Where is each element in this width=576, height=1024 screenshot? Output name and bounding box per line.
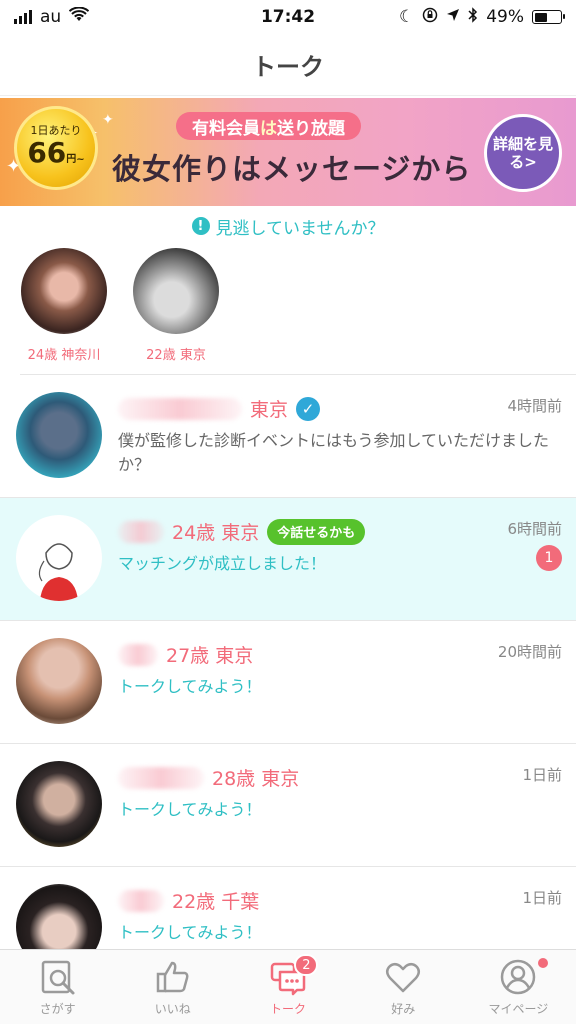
exclamation-icon: ! xyxy=(191,217,210,235)
missed-item[interactable]: 22歳 東京 xyxy=(130,248,222,363)
search-card-icon xyxy=(41,960,75,994)
chat-row[interactable]: 24歳 東京 今話せるかも 6時間前 マッチングが成立しました！ 1 xyxy=(0,498,576,621)
battery-percent: 49% xyxy=(486,7,524,27)
tab-preferences[interactable]: 好み xyxy=(346,950,461,1024)
status-right: ☾ 49% xyxy=(398,6,565,28)
chat-message: トークしてみよう！ xyxy=(118,677,262,696)
signal-icon xyxy=(14,10,32,24)
chat-time: 6時間前 xyxy=(507,520,562,538)
blurred-name xyxy=(118,397,242,420)
banner-tag: 有料会員は送り放題 xyxy=(176,112,361,140)
chat-list: 東京 ✓ 4時間前 僕が監修した診断イベントにはもう参加していただけましたか？ … xyxy=(0,375,576,990)
blurred-name xyxy=(118,766,204,789)
missed-item-label: 22歳 東京 xyxy=(146,348,206,363)
sparkle-icon: ✦ xyxy=(102,112,114,128)
missed-list: 24歳 神奈川 22歳 東京 xyxy=(18,248,222,363)
chat-row[interactable]: 27歳 東京 20時間前 トークしてみよう！ xyxy=(0,621,576,744)
blurred-name xyxy=(118,520,164,543)
price-badge-value: 66円~ xyxy=(27,135,85,169)
battery-icon xyxy=(532,10,565,24)
tab-mypage[interactable]: マイページ xyxy=(461,950,576,1024)
avatar xyxy=(16,761,102,847)
unread-badge: 1 xyxy=(536,545,562,571)
battery-fill xyxy=(534,12,547,22)
avatar xyxy=(16,515,102,601)
thumbs-up-icon xyxy=(156,961,189,992)
chat-age-location: 27歳 東京 xyxy=(166,645,254,667)
chat-message: トークしてみよう！ xyxy=(118,923,262,942)
missed-item[interactable]: 24歳 神奈川 xyxy=(18,248,110,363)
chat-time: 4時間前 xyxy=(507,397,562,415)
tab-likes[interactable]: いいね xyxy=(115,950,230,1024)
chat-message: トークしてみよう！ xyxy=(118,800,262,819)
tab-label: マイページ xyxy=(488,1001,549,1016)
missed-heading[interactable]: ! 見逃していませんか？ xyxy=(0,212,576,240)
tab-label: 好み xyxy=(391,1001,416,1016)
tab-search[interactable]: さがす xyxy=(0,950,115,1024)
chat-name-line: 22歳 千葉 xyxy=(118,887,259,914)
price-badge: 1日あたり 66円~ xyxy=(14,106,98,190)
carrier-label: au xyxy=(40,7,62,27)
page-title: トーク xyxy=(252,53,324,81)
price-badge-unit: 円~ xyxy=(66,153,85,165)
heart-icon xyxy=(386,962,421,992)
chat-age-location: 22歳 千葉 xyxy=(172,891,260,913)
avatar xyxy=(133,248,219,334)
rotation-lock-icon xyxy=(422,7,438,28)
blurred-name xyxy=(118,643,158,666)
chat-name-line: 28歳 東京 xyxy=(118,764,299,791)
banner-details-button[interactable]: 詳細を見る> xyxy=(484,114,562,192)
chat-row[interactable]: 東京 ✓ 4時間前 僕が監修した診断イベントにはもう参加していただけましたか？ xyxy=(0,375,576,498)
tab-label: トーク xyxy=(270,1001,307,1016)
chat-message: マッチングが成立しました！ xyxy=(118,554,327,573)
tab-talk[interactable]: トーク 2 xyxy=(230,950,345,1024)
verified-check-icon: ✓ xyxy=(296,396,321,421)
chat-message: 僕が監修した診断イベントにはもう参加していただけましたか？ xyxy=(118,431,550,474)
chat-age-location: 28歳 東京 xyxy=(212,768,300,790)
missed-item-label: 24歳 神奈川 xyxy=(27,348,101,363)
profile-icon xyxy=(501,959,536,994)
premium-banner[interactable]: ✦ ✦ ✦ 1日あたり 66円~ 有料会員は送り放題 彼女作りはメッセージから … xyxy=(0,98,576,206)
banner-headline: 彼女作りはメッセージから xyxy=(112,152,472,186)
moon-icon: ☾ xyxy=(398,7,415,27)
tab-bar: さがす いいね トーク 2 好み マイページ xyxy=(0,949,576,1024)
illustration-avatar-icon xyxy=(17,516,101,601)
chat-name-line: 東京 ✓ xyxy=(118,395,321,422)
nav-header: トーク xyxy=(0,34,576,96)
chat-time: 1日前 xyxy=(522,889,562,907)
missed-heading-text: 見逃していませんか？ xyxy=(215,218,385,239)
avatar xyxy=(21,248,107,334)
chat-time: 20時間前 xyxy=(497,643,562,661)
tab-label: いいね xyxy=(154,1001,191,1016)
chat-age-location: 東京 xyxy=(250,399,289,421)
avatar xyxy=(16,638,102,724)
talk-now-badge: 今話せるかも xyxy=(267,518,366,545)
chat-row[interactable]: 28歳 東京 1日前 トークしてみよう！ xyxy=(0,744,576,867)
chat-time: 1日前 xyxy=(522,766,562,784)
avatar xyxy=(16,392,102,478)
notification-dot xyxy=(538,958,549,968)
chat-name-line: 24歳 東京 今話せるかも xyxy=(118,518,366,545)
chat-age-location: 24歳 東京 xyxy=(172,522,260,544)
location-arrow-icon xyxy=(446,7,460,27)
chat-name-line: 27歳 東京 xyxy=(118,641,253,668)
bluetooth-icon xyxy=(468,6,478,28)
status-left: au xyxy=(14,6,90,28)
wifi-icon xyxy=(69,6,90,28)
tab-talk-badge: 2 xyxy=(294,954,319,976)
blurred-name xyxy=(118,889,164,912)
tab-label: さがす xyxy=(39,1001,76,1016)
status-bar: au 17:42 ☾ 49% xyxy=(0,0,576,34)
